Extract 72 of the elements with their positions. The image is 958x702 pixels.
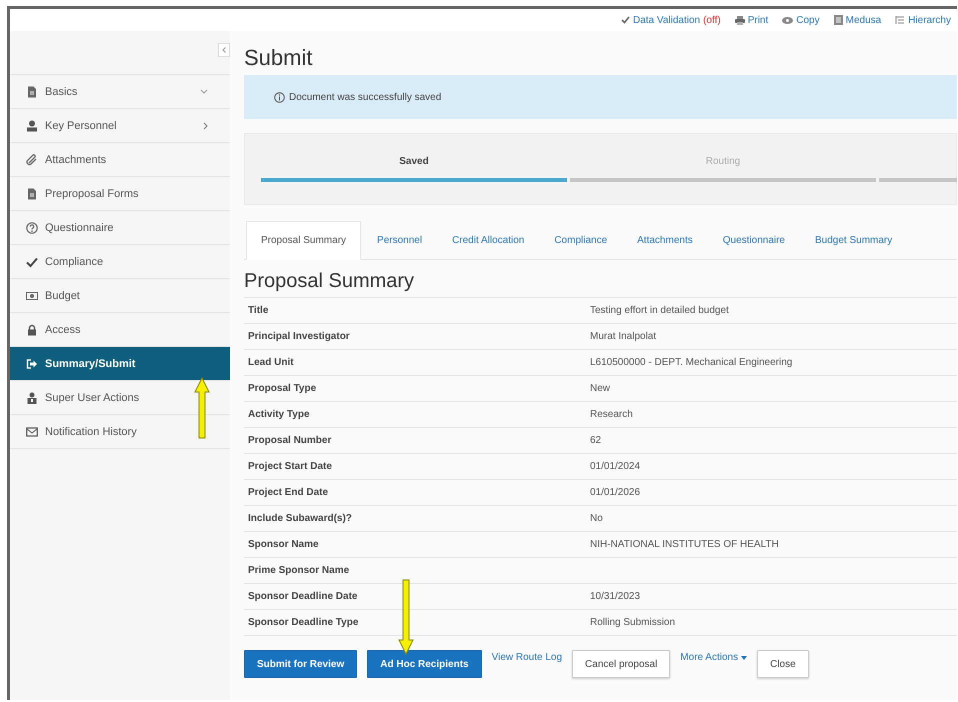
field-label: Principal Investigator (247, 331, 351, 342)
field-value: 10/31/2023 (590, 591, 640, 602)
document-icon (834, 15, 843, 25)
tab[interactable]: Proposal Summary (246, 221, 362, 260)
tab[interactable]: Compliance (540, 221, 622, 259)
step-label: Routing (704, 156, 742, 168)
action-button[interactable]: Close (757, 650, 809, 678)
printer-icon (734, 16, 745, 24)
field-label: Sponsor Deadline Date (247, 591, 358, 602)
field-value: No (590, 513, 603, 524)
chevron-left-icon (222, 47, 226, 53)
sidebar-item[interactable]: Basics (10, 75, 230, 109)
field-label: Project Start Date (247, 461, 333, 472)
person-icon (26, 392, 38, 404)
toolbar-link[interactable]: Print (734, 14, 768, 26)
field-label: Activity Type (247, 409, 310, 420)
field-value: Murat Inalpolat (590, 331, 656, 342)
field-value: 62 (590, 435, 602, 446)
status-label: (off) (703, 14, 721, 26)
field-value: Rolling Submission (590, 617, 676, 628)
section-heading: Proposal Summary (244, 270, 416, 293)
banknote-icon (26, 290, 38, 302)
tab[interactable]: Credit Allocation (438, 221, 538, 259)
alert-message: Document was successfully saved (289, 92, 442, 102)
field-value: 01/01/2026 (590, 487, 640, 498)
caret-icon (741, 656, 748, 660)
field-value: NIH-NATIONAL INSTITUTES OF HEALTH (590, 539, 779, 550)
action-button[interactable]: Ad Hoc Recipients (367, 650, 482, 678)
lock-icon (26, 324, 38, 336)
field-label: Sponsor Deadline Type (247, 617, 360, 628)
toolbar-link[interactable]: Data Validation (off) (621, 14, 721, 26)
toolbar-link[interactable]: Copy (782, 14, 820, 26)
toolbar-link[interactable]: Medusa (834, 14, 882, 26)
field-label: Proposal Number (247, 435, 332, 446)
question-icon (26, 222, 38, 234)
tab[interactable]: Personnel (363, 221, 436, 259)
field-value: Testing effort in detailed budget (590, 305, 729, 316)
info-icon (274, 92, 285, 102)
sign-out-icon (26, 358, 38, 370)
person-icon (26, 120, 38, 132)
step-label: Saved (398, 156, 430, 168)
field-value: New (590, 383, 610, 394)
document-icon (26, 188, 38, 200)
field-value: L610500000 - DEPT. Mechanical Engineering (590, 357, 792, 368)
field-label: Include Subaward(s)? (247, 513, 353, 524)
field-label: Sponsor Name (247, 539, 320, 550)
tab[interactable]: Budget Summary (801, 221, 906, 259)
paperclip-icon (26, 154, 38, 166)
route-log-link[interactable]: View Route Log (492, 652, 562, 663)
document-icon (26, 86, 38, 98)
arrow-annotation (194, 377, 210, 439)
field-label: Lead Unit (247, 357, 295, 368)
page-title: Submit (244, 45, 314, 71)
field-label: Proposal Type (247, 383, 318, 394)
sidebar-item[interactable]: Summary/Submit (10, 347, 230, 381)
action-button[interactable]: Cancel proposal (572, 650, 670, 678)
tab[interactable]: Attachments (623, 221, 707, 259)
list-icon (895, 15, 906, 25)
collapse-button[interactable] (218, 43, 230, 57)
field-label: Title (247, 305, 270, 316)
toolbar-link[interactable]: Hierarchy (895, 14, 951, 26)
field-label: Project End Date (247, 487, 330, 498)
action-button[interactable]: Submit for Review (244, 650, 358, 678)
tab[interactable]: Questionnaire (708, 221, 799, 259)
check-icon (621, 16, 630, 24)
field-label: Prime Sponsor Name (247, 565, 350, 576)
field-value: 01/01/2024 (590, 461, 640, 472)
envelope-icon (26, 426, 38, 438)
more-actions-menu[interactable]: More Actions (680, 652, 748, 663)
check-icon (26, 256, 38, 268)
field-value: Research (590, 409, 633, 420)
eye-icon (782, 16, 794, 24)
